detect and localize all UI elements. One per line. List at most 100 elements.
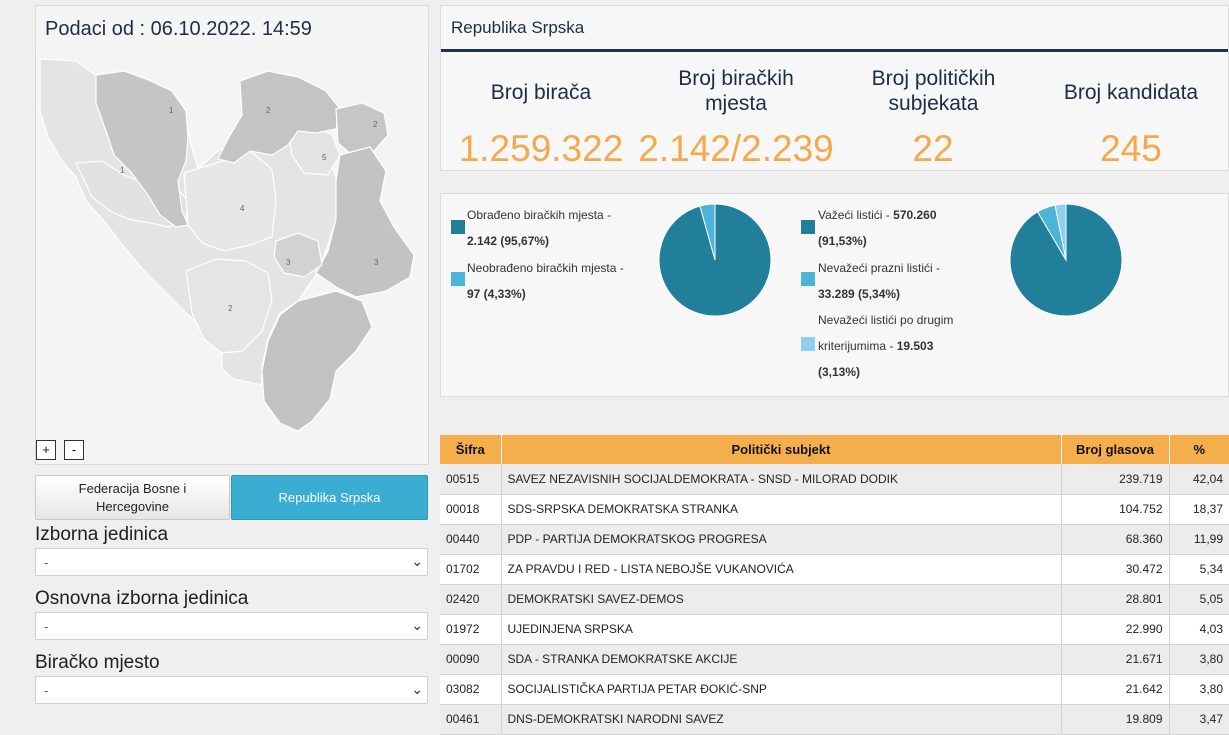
legend-obradeno: Obrađeno biračkih mjesta - 2.142 (95,67%… <box>467 202 657 254</box>
map-label: 2 <box>266 106 271 115</box>
chevron-down-icon: ⌄ <box>411 553 423 569</box>
legend-drugi-pct: (3,13%) <box>818 365 861 379</box>
pie-chart-listici <box>1009 203 1123 317</box>
stat-label-birača: Broj birača <box>490 81 592 104</box>
legend-drugi-label1: Nevažeći listići po drugim <box>818 313 954 327</box>
legend-prazni: Nevažeći prazni listići - 33.289 (5,34%) <box>818 255 998 307</box>
cell-broj-glasova: 239.719 <box>1061 464 1170 495</box>
cell-sifra: 00461 <box>440 704 502 735</box>
pie-panel: Obrađeno biračkih mjesta - 2.142 (95,67%… <box>440 193 1229 397</box>
tab-federacija[interactable]: Federacija Bosne i Hercegovine <box>35 475 230 520</box>
zoom-in-button[interactable]: + <box>36 440 56 460</box>
map-label: 1 <box>120 166 125 175</box>
table-row[interactable]: 01702 ZA PRAVDU I RED - LISTA NEBOJŠE VUK… <box>440 554 1229 585</box>
stat-value-birača: 1.259.322 <box>458 128 624 169</box>
filter-label-biracko-mjesto: Biračko mjesto <box>35 652 160 673</box>
cell-broj-glasova: 104.752 <box>1061 494 1170 525</box>
map-label: 2 <box>228 304 233 313</box>
chevron-down-icon: ⌄ <box>411 681 423 697</box>
map-container: 1 2 2 5 1 4 3 3 2 + - <box>35 51 429 465</box>
legend-drugi-kriteriji: Nevažeći listići po drugim kriterijumima… <box>818 307 998 385</box>
legend-vazeci-pct: (91,53%) <box>818 234 867 248</box>
stat-label-politickih-subjekata: Broj političkih subjekata <box>871 67 996 115</box>
legend-swatch-prazni <box>801 272 815 286</box>
cell-procenat: 3,47 <box>1169 704 1229 735</box>
legend-neobradeno-value: 97 (4,33%) <box>467 287 526 301</box>
map-region-rs-2e[interactable] <box>335 102 389 156</box>
cell-politicki-subjekt: SDA - STRANKA DEMOKRATSKE AKCIJE <box>501 644 1062 675</box>
tab-republika-srpska[interactable]: Republika Srpska <box>231 475 428 520</box>
filter-label-izborna-jedinica: Izborna jedinica <box>35 524 169 545</box>
cell-politicki-subjekt: UJEDINJENA SRPSKA <box>501 614 1062 645</box>
cell-broj-glasova: 68.360 <box>1061 524 1170 555</box>
legend-prazni-label: Nevažeći prazni listići - <box>818 261 941 275</box>
col-broj-glasova[interactable]: Broj glasova <box>1061 435 1170 464</box>
cell-procenat: 4,03 <box>1169 614 1229 645</box>
col-procenat[interactable]: % <box>1169 435 1229 464</box>
map-label: 5 <box>322 153 327 162</box>
map-label: 3 <box>286 258 291 267</box>
entity-header: Republika Srpska <box>441 6 1228 52</box>
select-value: - <box>44 555 49 570</box>
cell-politicki-subjekt: ZA PRAVDU I RED - LISTA NEBOJŠE VUKANOVI… <box>501 554 1062 585</box>
stat-value-politickih-subjekata: 22 <box>912 128 954 169</box>
select-value: - <box>44 683 49 698</box>
cell-politicki-subjekt: SDS-SRPSKA DEMOKRATSKA STRANKA <box>501 494 1062 525</box>
table-row[interactable]: 00515 SAVEZ NEZAVISNIH SOCIJALDEMOKRATA -… <box>440 464 1229 495</box>
legend-neobradeno-label: Neobrađeno biračkih mjesta - <box>467 261 624 275</box>
table-row[interactable]: 02420 DEMOKRATSKI SAVEZ-DEMOS 28.801 5,05 <box>440 584 1229 615</box>
legend-drugi-label2: kriterijumima - <box>818 339 894 353</box>
entity-title: Republika Srpska <box>451 18 585 37</box>
legend-swatch-obradeno <box>451 220 465 234</box>
cell-politicki-subjekt: DNS-DEMOKRATSKI NARODNI SAVEZ <box>501 704 1062 735</box>
table-row[interactable]: 00090 SDA - STRANKA DEMOKRATSKE AKCIJE 21.… <box>440 644 1229 675</box>
stats-panel: Republika Srpska Broj birača 1.259.322 B… <box>440 5 1229 171</box>
map-region-federation-4[interactable] <box>183 150 277 252</box>
tab-federacija-label: Federacija Bosne i Hercegovine <box>78 480 187 514</box>
cell-sifra: 00090 <box>440 644 502 675</box>
col-politicki-subjekt[interactable]: Politički subjekt <box>501 435 1062 464</box>
cell-sifra: 00018 <box>440 494 502 525</box>
table-row[interactable]: 00461 DNS-DEMOKRATSKI NARODNI SAVEZ 19.809… <box>440 704 1229 735</box>
results-table-body: 00515 SAVEZ NEZAVISNIH SOCIJALDEMOKRATA -… <box>440 464 1229 735</box>
select-biracko-mjesto[interactable]: - ⌄ <box>35 676 428 704</box>
cell-politicki-subjekt: DEMOKRATSKI SAVEZ-DEMOS <box>501 584 1062 615</box>
stat-label-biračkih-mjesta: Broj biračkih mjesta <box>678 67 794 115</box>
table-row[interactable]: 03082 SOCIJALISTIČKA PARTIJA PETAR ĐOKIĆ-… <box>440 674 1229 705</box>
stat-value-biračkih-mjesta: 2.142/2.239 <box>638 128 834 169</box>
pie-chart-biracka-mjesta <box>658 203 772 317</box>
legend-swatch-neobradeno <box>451 272 465 286</box>
select-osnovna-izborna-jedinica[interactable]: - ⌄ <box>35 612 428 640</box>
entity-map[interactable]: 1 2 2 5 1 4 3 3 2 <box>36 51 428 463</box>
legend-vazeci: Važeći listići - 570.260 (91,53%) <box>818 202 998 254</box>
legend-neobradeno: Neobrađeno biračkih mjesta - 97 (4,33%) <box>467 255 657 307</box>
filter-label-osnovna-izborna-jedinica: Osnovna izborna jedinica <box>35 588 249 609</box>
legend-obradeno-value: 2.142 (95,67%) <box>467 234 550 248</box>
table-row[interactable]: 01972 UJEDINJENA SRPSKA 22.990 4,03 <box>440 614 1229 645</box>
map-label: 2 <box>373 120 378 129</box>
cell-procenat: 42,04 <box>1169 464 1229 495</box>
map-label: 3 <box>374 258 379 267</box>
cell-procenat: 3,80 <box>1169 674 1229 705</box>
cell-sifra: 00440 <box>440 524 502 555</box>
cell-sifra: 03082 <box>440 674 502 705</box>
cell-procenat: 5,34 <box>1169 554 1229 585</box>
stat-label-kandidata: Broj kandidata <box>1063 81 1199 104</box>
cell-broj-glasova: 21.671 <box>1061 644 1170 675</box>
table-row[interactable]: 00018 SDS-SRPSKA DEMOKRATSKA STRANKA 104.7… <box>440 494 1229 525</box>
tab-republika-srpska-label: Republika Srpska <box>278 489 381 505</box>
zoom-out-button[interactable]: - <box>64 440 84 460</box>
map-label: 1 <box>169 106 174 115</box>
legend-obradeno-label: Obrađeno biračkih mjesta - <box>467 208 612 222</box>
table-row[interactable]: 00440 PDP - PARTIJA DEMOKRATSKOG PROGRESA… <box>440 524 1229 555</box>
cell-broj-glasova: 30.472 <box>1061 554 1170 585</box>
legend-swatch-vazeci <box>801 220 815 234</box>
cell-procenat: 18,37 <box>1169 494 1229 525</box>
col-sifra[interactable]: Šifra <box>440 435 502 464</box>
select-izborna-jedinica[interactable]: - ⌄ <box>35 548 428 576</box>
cell-broj-glasova: 28.801 <box>1061 584 1170 615</box>
legend-drugi-num: 19.503 <box>896 339 934 353</box>
cell-procenat: 11,99 <box>1169 524 1229 555</box>
cell-politicki-subjekt: SAVEZ NEZAVISNIH SOCIJALDEMOKRATA - SNSD… <box>501 464 1062 495</box>
results-table: Šifra Politički subjekt Broj glasova % 0… <box>440 435 1229 735</box>
